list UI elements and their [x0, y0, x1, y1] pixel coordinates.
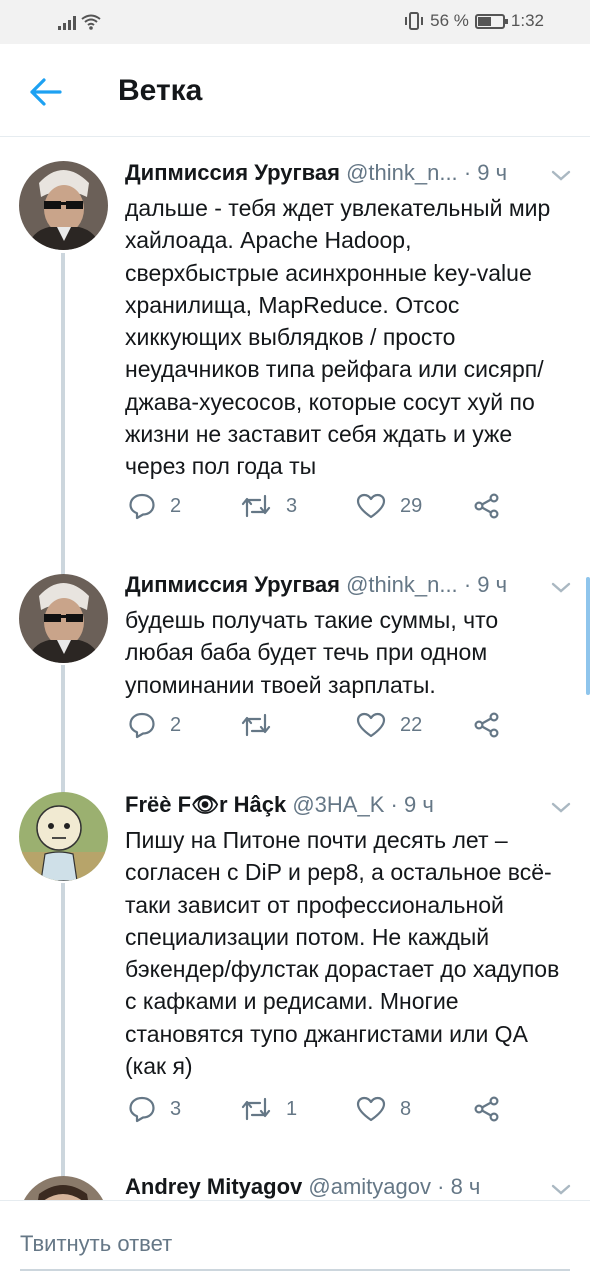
- tweet-menu-button[interactable]: [550, 1178, 572, 1200]
- battery-percent: 56 %: [430, 11, 469, 30]
- clock: 1:32: [510, 11, 544, 30]
- retweet-count: 3: [286, 494, 298, 517]
- vibrate-icon: [405, 12, 424, 30]
- chevron-down-icon: [551, 170, 571, 181]
- reply-icon: [129, 1096, 155, 1123]
- retweet-button[interactable]: 1: [240, 1095, 297, 1123]
- reply-icon: [129, 712, 155, 739]
- retweet-button[interactable]: [240, 711, 286, 739]
- timestamp: 9 ч: [403, 792, 434, 817]
- heart-icon: [356, 1096, 386, 1122]
- heart-icon: [356, 493, 386, 519]
- share-button[interactable]: [472, 711, 502, 739]
- tweet[interactable]: Дипмиссия Уругвая @think_n... · 9 ч даль…: [0, 138, 590, 550]
- tweet-menu-button[interactable]: [550, 576, 572, 598]
- author-handle[interactable]: @think_n...: [346, 572, 458, 597]
- reply-count: 2: [170, 713, 182, 736]
- timestamp: 9 ч: [477, 572, 508, 597]
- like-count: 22: [400, 713, 423, 736]
- separator-dot: ·: [437, 1174, 445, 1199]
- arrow-left-icon: [30, 78, 62, 106]
- like-button[interactable]: 22: [356, 711, 422, 739]
- reply-button[interactable]: 2: [128, 711, 181, 739]
- avatar-image: [19, 161, 108, 250]
- tweet-text: дальше - тебя ждет увлекательный мир хай…: [125, 195, 551, 480]
- chevron-down-icon: [551, 1184, 571, 1195]
- author-handle[interactable]: @3HA_K: [292, 792, 384, 817]
- tweet-header: Frëè F👁r Hâçk @3HA_K · 9 ч: [125, 792, 434, 818]
- reply-count: 3: [170, 1097, 182, 1120]
- reply-icon: [129, 493, 155, 520]
- avatar[interactable]: [19, 161, 108, 250]
- author-name[interactable]: Дипмиссия Уругвая: [125, 160, 340, 185]
- reply-button[interactable]: 3: [128, 1095, 181, 1123]
- page-title: Ветка: [118, 74, 203, 107]
- retweet-button[interactable]: 3: [240, 492, 297, 520]
- separator-dot: ·: [390, 792, 398, 817]
- reply-count: 2: [170, 494, 182, 517]
- tweet-menu-button[interactable]: [550, 796, 572, 818]
- thread-feed[interactable]: Дипмиссия Уругвая @think_n... · 9 ч даль…: [0, 138, 590, 1200]
- author-name[interactable]: Дипмиссия Уругвая: [125, 572, 340, 597]
- separator-dot: ·: [463, 572, 472, 597]
- status-right: 56 % 1:32: [404, 11, 544, 31]
- status-bar: 56 % 1:32: [0, 0, 590, 44]
- reply-input-underline: [20, 1269, 570, 1271]
- share-icon: [474, 712, 499, 738]
- like-button[interactable]: 29: [356, 492, 422, 520]
- reply-composer: [0, 1200, 590, 1280]
- avatar[interactable]: [19, 574, 108, 663]
- retweet-count: 1: [286, 1097, 298, 1120]
- tweet-text: будешь получать такие суммы, что любая б…: [125, 607, 499, 698]
- avatar-image: [19, 1176, 108, 1200]
- signal-group: [58, 13, 102, 36]
- like-button[interactable]: 8: [356, 1095, 411, 1123]
- avatar-image: [19, 792, 108, 881]
- share-icon: [474, 493, 499, 519]
- tweet-header: Дипмиссия Уругвая @think_n... · 9 ч: [125, 572, 507, 598]
- share-button[interactable]: [472, 1095, 502, 1123]
- retweet-icon: [241, 494, 271, 518]
- battery-icon: [474, 13, 508, 29]
- avatar[interactable]: [19, 792, 108, 881]
- retweet-icon: [241, 713, 271, 737]
- heart-icon: [356, 712, 386, 738]
- signal-icon: [58, 14, 101, 30]
- tweet[interactable]: Дипмиссия Уругвая @think_n... · 9 ч буде…: [0, 550, 590, 770]
- avatar[interactable]: [19, 1176, 108, 1200]
- tweet-text: Пишу на Питоне почти десять лет – соглас…: [125, 827, 560, 1080]
- chevron-down-icon: [551, 802, 571, 813]
- author-handle[interactable]: @think_n...: [346, 160, 458, 185]
- like-count: 29: [400, 494, 423, 517]
- author-handle[interactable]: @amityagov: [308, 1174, 431, 1199]
- tweet-menu-button[interactable]: [550, 164, 572, 186]
- tweet[interactable]: Frëè F👁r Hâçk @3HA_K · 9 ч Пишу на Питон…: [0, 770, 590, 1160]
- tweet-header: Andrey Mityagov @amityagov · 8 ч: [125, 1174, 480, 1200]
- author-name[interactable]: Frëè F👁r Hâçk: [125, 792, 286, 817]
- avatar-image: [19, 574, 108, 663]
- separator-dot: ·: [463, 160, 472, 185]
- scrollbar-thumb[interactable]: [586, 577, 590, 695]
- battery-level: [477, 16, 492, 26]
- header: Ветка: [0, 44, 590, 137]
- tweet-header: Дипмиссия Уругвая @think_n... · 9 ч: [125, 160, 507, 186]
- author-name[interactable]: Andrey Mityagov: [125, 1174, 302, 1199]
- tweet[interactable]: Andrey Mityagov @amityagov · 8 ч: [0, 1152, 590, 1200]
- timestamp: 8 ч: [450, 1174, 481, 1199]
- reply-input[interactable]: [20, 1225, 570, 1263]
- share-button[interactable]: [472, 492, 502, 520]
- retweet-icon: [241, 1097, 271, 1121]
- timestamp: 9 ч: [477, 160, 508, 185]
- reply-button[interactable]: 2: [128, 492, 181, 520]
- chevron-down-icon: [551, 582, 571, 593]
- share-icon: [474, 1096, 499, 1122]
- like-count: 8: [400, 1097, 412, 1120]
- back-button[interactable]: [26, 72, 66, 112]
